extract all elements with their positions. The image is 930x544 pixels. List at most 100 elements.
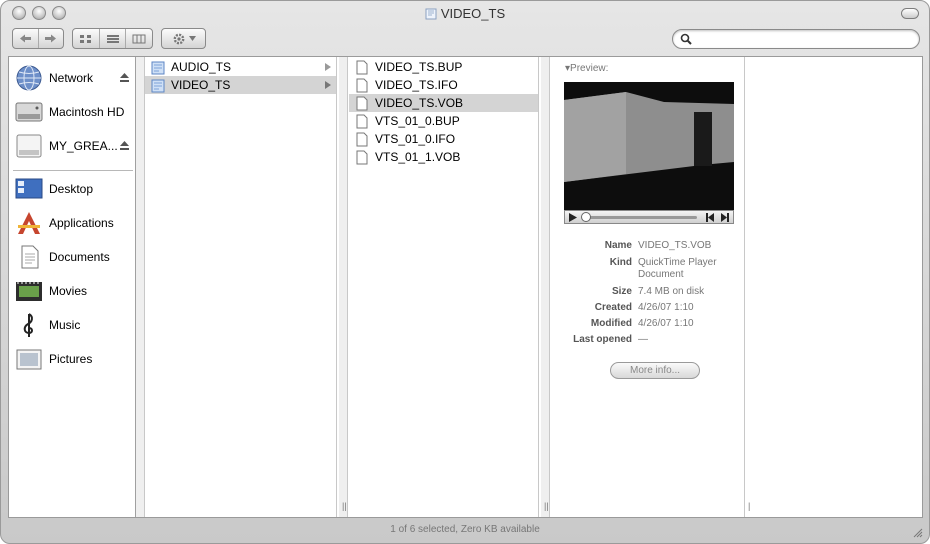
- file-label: VTS_01_1.VOB: [375, 150, 461, 164]
- info-key: Last opened: [573, 334, 632, 345]
- forward-arrow-icon: [45, 34, 57, 43]
- list-view-button[interactable]: [100, 29, 127, 48]
- info-value: —: [638, 334, 648, 345]
- file-row[interactable]: VTS_01_0.BUP: [349, 112, 538, 130]
- file-row[interactable]: VTS_01_1.VOB: [349, 148, 538, 166]
- sidebar-item-desktop[interactable]: Desktop: [14, 174, 134, 204]
- chevron-right-icon: [325, 63, 331, 71]
- sidebar-item-label: Desktop: [49, 182, 94, 196]
- document-icon: [356, 78, 368, 92]
- movies-icon: [16, 282, 42, 301]
- toolbar-toggle-button[interactable]: [901, 8, 919, 19]
- title-bar[interactable]: VIDEO_TS: [1, 1, 929, 25]
- search-input[interactable]: [695, 32, 915, 46]
- desktop-icon: [15, 178, 43, 199]
- sidebar-item-label: Movies: [49, 284, 88, 298]
- sidebar-item-music[interactable]: Music: [14, 310, 134, 340]
- info-value: 7.4 MB on disk: [638, 286, 705, 297]
- sidebar-item-label: Music: [49, 318, 81, 332]
- file-label: VTS_01_0.BUP: [375, 114, 460, 128]
- icon-view-button[interactable]: [73, 29, 100, 48]
- step-back-icon[interactable]: [705, 213, 715, 222]
- search-field[interactable]: [672, 29, 920, 49]
- sidebar-item-label: Pictures: [49, 352, 93, 366]
- eject-icon[interactable]: [119, 140, 130, 151]
- info-key: Size: [611, 286, 632, 297]
- more-info-button[interactable]: More info...: [610, 362, 700, 379]
- action-menu-button[interactable]: [161, 28, 206, 49]
- browser-content: Network Macintosh HD MY_GREA... Desktop …: [8, 56, 923, 518]
- info-row-kind: Kind QuickTime Player Document: [551, 257, 745, 281]
- document-icon: [356, 132, 368, 146]
- sidebar-item-pictures[interactable]: Pictures: [14, 344, 134, 374]
- preview-column: ▾Preview: Name VIDEO_TS.VOB Kind QuickTi…: [544, 57, 753, 517]
- column-gap: [339, 57, 348, 517]
- column-resize-handle[interactable]: ||: [342, 501, 347, 511]
- finder-window: VIDEO_TS Network Macintosh HD MY_GREA...…: [0, 0, 930, 544]
- music-icon: [23, 313, 33, 337]
- list-view-icon: [106, 34, 119, 43]
- eject-icon[interactable]: [119, 72, 130, 83]
- file-label: VIDEO_TS.IFO: [375, 78, 458, 92]
- status-bar: 1 of 6 selected, Zero KB available: [1, 518, 929, 543]
- folder-row-audio-ts[interactable]: AUDIO_TS: [145, 58, 336, 76]
- scrub-knob[interactable]: [581, 212, 591, 222]
- icon-view-icon: [79, 34, 91, 43]
- step-forward-icon[interactable]: [720, 213, 730, 222]
- sidebar-divider: [13, 170, 133, 171]
- toolbar: [1, 25, 929, 55]
- preview-label: Preview:: [570, 63, 609, 74]
- info-key: Name: [604, 240, 632, 251]
- info-key: Modified: [590, 318, 632, 329]
- sidebar-item-label: Macintosh HD: [49, 105, 125, 119]
- preview-header[interactable]: ▾Preview:: [565, 63, 608, 74]
- folder-row-video-ts[interactable]: VIDEO_TS: [145, 76, 336, 94]
- folder-label: AUDIO_TS: [171, 60, 232, 74]
- sidebar-item-my-grea[interactable]: MY_GREA...: [14, 131, 134, 161]
- info-row-size: Size 7.4 MB on disk: [551, 286, 745, 298]
- file-row[interactable]: VIDEO_TS.IFO: [349, 76, 538, 94]
- column-1: AUDIO_TS VIDEO_TS ||: [145, 57, 344, 517]
- video-controls: [564, 210, 734, 224]
- sidebar-item-movies[interactable]: Movies: [14, 276, 134, 306]
- document-icon: [356, 150, 368, 164]
- document-icon: [356, 114, 368, 128]
- file-row[interactable]: VIDEO_TS.VOB: [349, 94, 538, 112]
- window-title-wrap: VIDEO_TS: [1, 6, 929, 21]
- column-resize-handle[interactable]: ||: [544, 501, 549, 511]
- disc-icon: [16, 134, 42, 158]
- scrub-bar[interactable]: [583, 216, 697, 219]
- folder-label: VIDEO_TS: [171, 78, 231, 92]
- file-row[interactable]: VIDEO_TS.BUP: [349, 58, 538, 76]
- sidebar-item-label: MY_GREA...: [49, 139, 118, 153]
- column-2: VIDEO_TS.BUP VIDEO_TS.IFO VIDEO_TS.VOB V…: [342, 57, 548, 517]
- info-row-modified: Modified 4/26/07 1:10: [551, 318, 745, 330]
- sidebar-item-label: Applications: [49, 216, 114, 230]
- sidebar-item-documents[interactable]: Documents: [14, 242, 134, 272]
- view-mode-control: [72, 28, 153, 49]
- resize-grip-icon[interactable]: [911, 526, 923, 538]
- sidebar-item-label: Documents: [49, 250, 110, 264]
- folder-icon: [151, 61, 165, 74]
- sidebar-item-network[interactable]: Network: [14, 63, 134, 93]
- column-view-button[interactable]: [126, 29, 152, 48]
- sidebar-item-applications[interactable]: Applications: [14, 208, 134, 238]
- back-forward-control: [12, 28, 64, 49]
- sidebar-item-label: Network: [49, 71, 94, 85]
- forward-button[interactable]: [39, 29, 64, 48]
- info-key: Kind: [609, 257, 632, 268]
- info-row-created: Created 4/26/07 1:10: [551, 302, 745, 314]
- file-label: VTS_01_0.IFO: [375, 132, 456, 146]
- chevron-down-icon: [188, 36, 196, 41]
- file-row[interactable]: VTS_01_0.IFO: [349, 130, 538, 148]
- file-label: VIDEO_TS.BUP: [375, 60, 463, 74]
- folder-icon: [425, 8, 437, 20]
- chevron-right-icon: [325, 81, 331, 89]
- window-title: VIDEO_TS: [440, 6, 506, 21]
- info-value: 4/26/07 1:10: [638, 318, 694, 329]
- back-button[interactable]: [13, 29, 39, 48]
- video-preview[interactable]: [564, 82, 734, 210]
- info-value: VIDEO_TS.VOB: [638, 240, 712, 251]
- sidebar-item-macintosh-hd[interactable]: Macintosh HD: [14, 97, 134, 127]
- play-icon[interactable]: [569, 213, 577, 222]
